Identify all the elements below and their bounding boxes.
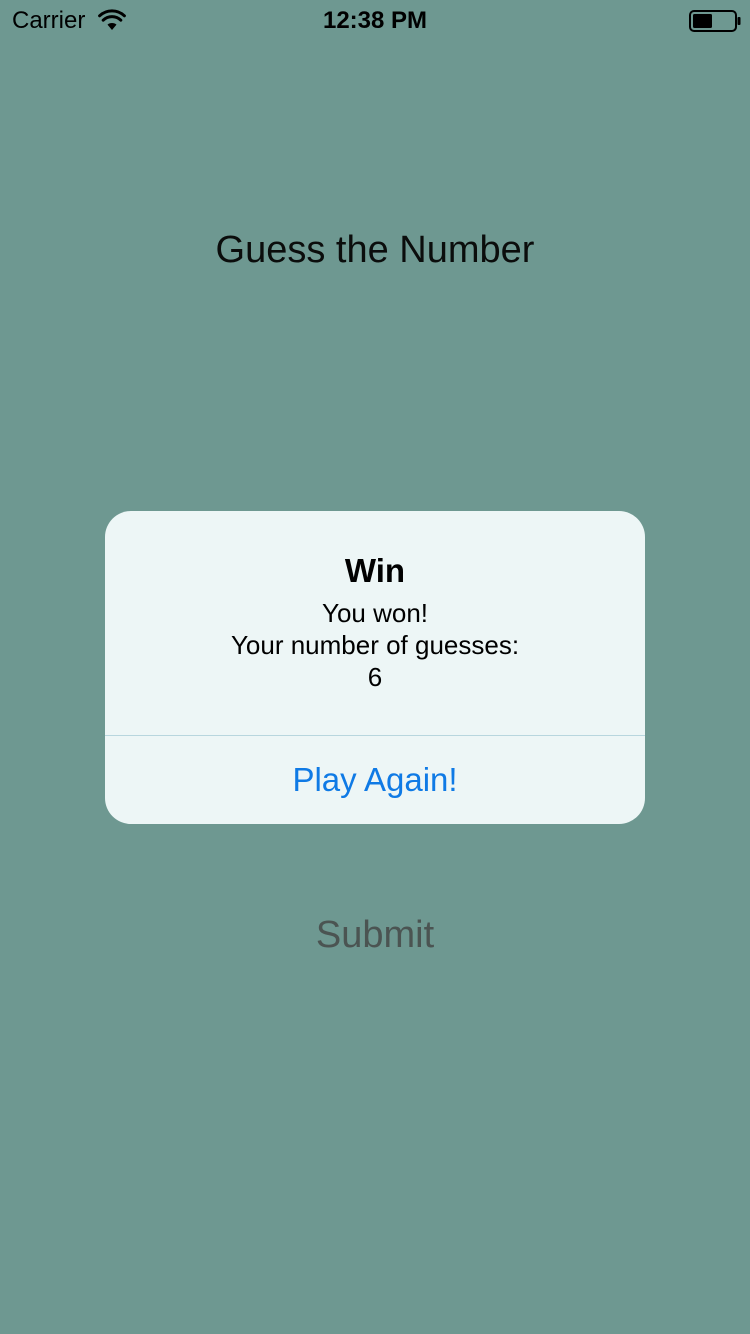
alert-title: Win xyxy=(344,552,406,589)
submit-button[interactable]: Submit xyxy=(250,906,500,964)
app-screen: Carrier 12:38 PM Guess the Number Submit… xyxy=(0,0,750,1334)
status-time: 12:38 PM xyxy=(322,7,428,34)
alert-message-line-guesses: Your number of guesses: xyxy=(230,630,520,660)
win-alert-dialog: Win You won! Your number of guesses: 6 P… xyxy=(105,511,645,824)
alert-message-line-won: You won! xyxy=(321,598,429,628)
play-again-button[interactable]: Play Again! xyxy=(105,736,645,824)
alert-message: You won! Your number of guesses: 6 xyxy=(105,597,645,693)
status-bar: Carrier 12:38 PM xyxy=(0,0,750,40)
page-title: Guess the Number xyxy=(215,229,535,271)
alert-guess-count: 6 xyxy=(367,662,383,692)
battery-icon xyxy=(689,10,741,32)
